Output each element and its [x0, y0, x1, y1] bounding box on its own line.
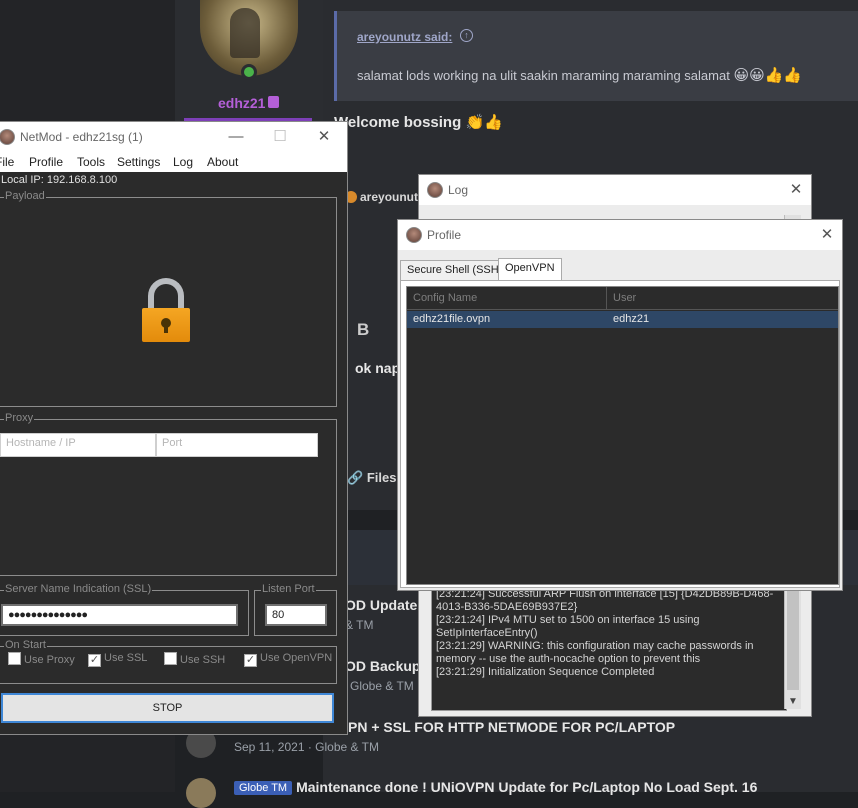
- avatar-figure: [230, 8, 260, 58]
- log-lines: [23:21:24] Successful ARP Flush on inter…: [436, 588, 774, 678]
- maximize-icon[interactable]: ☐: [269, 126, 291, 148]
- profile-table: Config Name User edhz21file.ovpn edhz21: [406, 286, 839, 585]
- port-input[interactable]: Port: [156, 433, 318, 457]
- tab-panel: Config Name User edhz21file.ovpn edhz21: [400, 280, 840, 588]
- use-proxy-checkbox[interactable]: Use Proxy: [8, 652, 75, 666]
- close-icon[interactable]: ✕: [313, 126, 335, 148]
- column-header[interactable]: User: [613, 292, 636, 304]
- payload-label: Payload: [4, 190, 46, 202]
- scroll-down-icon[interactable]: ▼: [788, 696, 798, 707]
- tab-openvpn[interactable]: OpenVPN: [498, 258, 562, 281]
- welcome-message: Welcome bossing: [334, 114, 462, 131]
- window-title: NetMod - edhz21sg (1): [20, 130, 143, 144]
- table-header: Config Name User: [407, 287, 838, 310]
- quote-author-link[interactable]: areyounutz said:: [357, 30, 452, 44]
- online-status-icon: [241, 64, 257, 80]
- netmod-window: NetMod - edhz21sg (1) — ☐ ✕ File Profile…: [0, 121, 348, 735]
- thread-avatar[interactable]: [186, 778, 216, 808]
- menu-profile[interactable]: Profile: [29, 155, 63, 169]
- reply-author[interactable]: areyounutz: [345, 190, 424, 204]
- menu-settings[interactable]: Settings: [117, 155, 160, 169]
- sni-group: Server Name Indication (SSL) ●●●●●●●●●●●…: [0, 583, 249, 636]
- editor-text[interactable]: ok nap: [355, 360, 400, 376]
- profile-window: Profile ✕ Secure Shell (SSH) OpenVPN Con…: [397, 219, 843, 591]
- user-badge-icon: [268, 96, 279, 108]
- listen-port-group: Listen Port 80: [254, 583, 337, 636]
- checkmark-icon: ✓: [244, 654, 257, 667]
- checkmark-icon: ✓: [88, 654, 101, 667]
- use-ssl-checkbox[interactable]: ✓ Use SSL: [88, 652, 147, 667]
- stop-button[interactable]: STOP: [1, 693, 334, 723]
- checkbox-box: [164, 652, 177, 665]
- column-divider[interactable]: [606, 287, 607, 310]
- menu-about[interactable]: About: [207, 155, 238, 169]
- menu-file[interactable]: File: [0, 155, 14, 169]
- menubar: File Profile Tools Settings Log About: [0, 152, 347, 172]
- profile-titlebar[interactable]: Profile ✕: [398, 220, 842, 250]
- welcome-emojis: 👏👍: [465, 114, 503, 131]
- table-row[interactable]: edhz21file.ovpn edhz21: [407, 311, 838, 328]
- listen-port-label: Listen Port: [261, 583, 316, 595]
- check-label: Use SSL: [104, 652, 148, 664]
- sni-label: Server Name Indication (SSL): [4, 583, 153, 595]
- config-name-cell: edhz21file.ovpn: [413, 313, 491, 325]
- listen-port-input[interactable]: 80: [265, 604, 327, 626]
- app-icon: [427, 182, 443, 198]
- thread-meta[interactable]: & TM: [345, 618, 373, 632]
- log-titlebar[interactable]: Log ✕: [419, 175, 811, 205]
- window-title: Profile: [427, 228, 462, 242]
- netmod-titlebar[interactable]: NetMod - edhz21sg (1) — ☐ ✕: [0, 122, 347, 152]
- reply-author-name: areyounutz: [360, 190, 425, 204]
- scrollbar-thumb[interactable]: [787, 585, 799, 690]
- app-icon: [0, 129, 15, 145]
- attach-files-button[interactable]: 🔗 Files: [347, 470, 396, 486]
- thread-title: Maintenance done ! UNiOVPN Update for Pc…: [296, 779, 758, 795]
- close-icon[interactable]: ✕: [785, 179, 807, 201]
- use-ssh-checkbox[interactable]: Use SSH: [164, 652, 225, 666]
- menu-tools[interactable]: Tools: [77, 155, 105, 169]
- log-output[interactable]: [23:21:24] Successful ARP Flush on inter…: [431, 581, 787, 711]
- paperclip-icon: 🔗: [347, 470, 364, 485]
- window-title: Log: [448, 183, 469, 197]
- column-header[interactable]: Config Name: [413, 292, 477, 304]
- files-label: Files: [366, 470, 397, 485]
- jump-to-quote-icon[interactable]: ↑: [460, 29, 473, 42]
- thread-title[interactable]: OD Backup: [345, 658, 420, 674]
- local-ip: Local IP: 192.168.8.100: [1, 174, 118, 186]
- thread-title[interactable]: OD Update 1: [345, 597, 429, 613]
- minimize-icon[interactable]: —: [225, 126, 247, 148]
- user-cell: edhz21: [613, 313, 650, 325]
- quote-text: salamat lods working na ulit saakin mara…: [357, 66, 802, 84]
- checkbox-box: [8, 652, 21, 665]
- payload-group: Payload: [0, 190, 337, 407]
- quote-message: salamat lods working na ulit saakin mara…: [357, 68, 730, 83]
- sni-input[interactable]: ●●●●●●●●●●●●●●: [1, 604, 238, 626]
- on-start-label: On Start: [4, 639, 47, 651]
- quote-emojis: 😀😀👍👍: [733, 67, 803, 84]
- check-label: Use SSH: [180, 654, 226, 666]
- use-openvpn-checkbox[interactable]: ✓ Use OpenVPN: [244, 652, 332, 667]
- thread-title-row[interactable]: Globe TM Maintenance done ! UNiOVPN Updat…: [234, 779, 757, 795]
- thread-meta[interactable]: Globe & TM: [350, 679, 414, 693]
- prefix-badge: Globe TM: [234, 781, 293, 795]
- close-icon[interactable]: ✕: [816, 224, 838, 246]
- tab-ssh[interactable]: Secure Shell (SSH): [400, 260, 510, 280]
- thread-meta[interactable]: Sep 11, 2021 · Globe & TM: [234, 740, 379, 754]
- hostname-input[interactable]: Hostname / IP: [0, 433, 156, 457]
- check-label: Use Proxy: [24, 654, 75, 666]
- check-label: Use OpenVPN: [260, 652, 333, 664]
- menu-log[interactable]: Log: [173, 155, 193, 169]
- proxy-label: Proxy: [4, 412, 35, 424]
- proxy-group: Proxy Hostname / IP Port: [0, 412, 337, 576]
- app-icon: [406, 227, 422, 243]
- bold-button[interactable]: B: [357, 320, 369, 340]
- post-message: Welcome bossing 👏👍: [334, 113, 503, 131]
- thread-title[interactable]: PN + SSL FOR HTTP NETMODE FOR PC/LAPTOP: [348, 719, 675, 735]
- post-username[interactable]: edhz21: [218, 95, 265, 111]
- quote-block: [334, 11, 858, 101]
